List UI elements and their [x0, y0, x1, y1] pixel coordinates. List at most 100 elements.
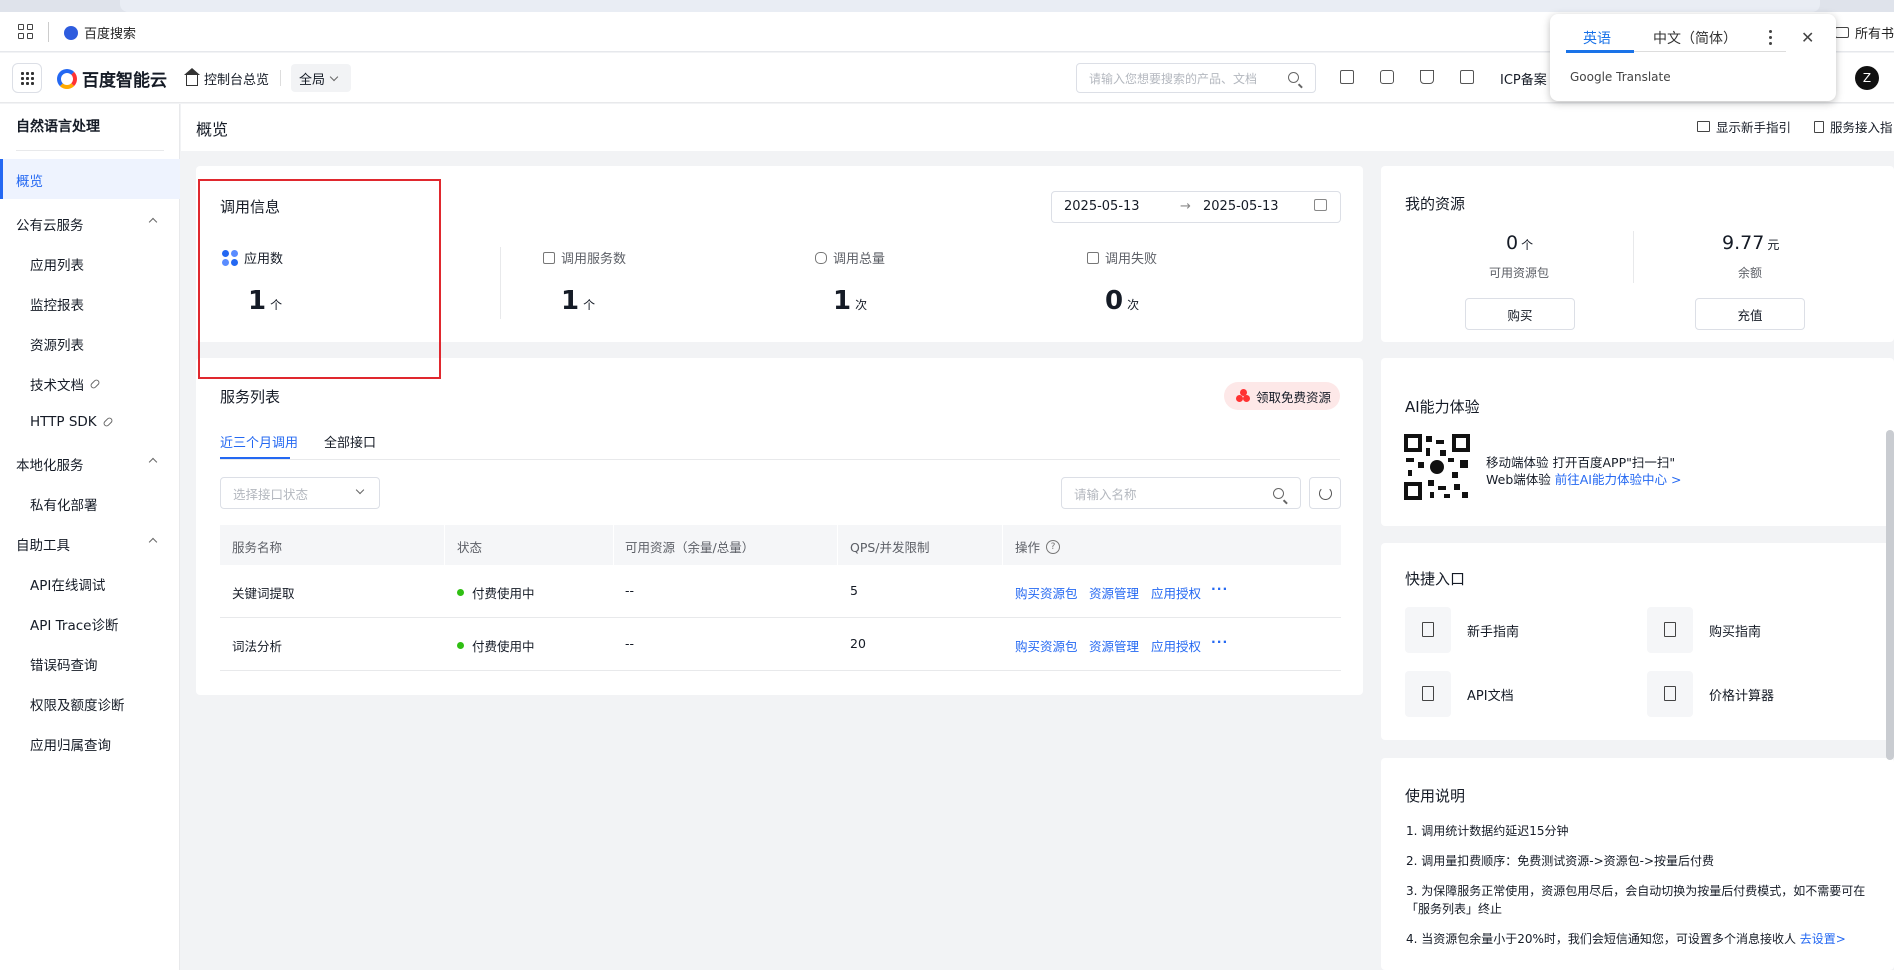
all-bookmarks[interactable]: 所有书: [1834, 23, 1894, 42]
page-scrollbar[interactable]: [1886, 430, 1894, 760]
refresh-button[interactable]: [1309, 477, 1341, 509]
chevron-up-icon[interactable]: [148, 457, 158, 467]
sidebar-item-quota-diagnosis[interactable]: 权限及额度诊断: [30, 694, 125, 714]
sidebar-item-app-owner[interactable]: 应用归属查询: [30, 734, 111, 754]
item-label: HTTP SDK: [30, 414, 97, 430]
show-guide-button[interactable]: 显示新手指引: [1697, 117, 1791, 136]
date-end: 2025-05-13: [1203, 199, 1279, 214]
chevron-up-icon[interactable]: [148, 537, 158, 547]
search-icon[interactable]: [1273, 488, 1284, 499]
more-options-icon[interactable]: [1769, 30, 1773, 46]
stat-total-calls-label: 调用总量: [815, 248, 885, 267]
database-icon: [815, 251, 827, 264]
api-status-select[interactable]: 选择接口状态: [220, 477, 380, 509]
stat-failed-calls-label: 调用失败: [1087, 248, 1157, 267]
col-service-name: 服务名称: [232, 540, 283, 555]
app-authorize-link[interactable]: 应用授权: [1151, 583, 1201, 602]
sidebar-item-app-list[interactable]: 应用列表: [30, 254, 84, 274]
sidebar-group-self-tools[interactable]: 自助工具: [16, 534, 70, 554]
search-placeholder: 请输入您想要搜索的产品、文档: [1089, 71, 1258, 86]
sidebar-item-resource-list[interactable]: 资源列表: [30, 334, 84, 354]
buy-package-link[interactable]: 购买资源包: [1015, 583, 1078, 602]
name-search-input[interactable]: 请输入名称: [1061, 477, 1301, 509]
date-range-picker[interactable]: 2025-05-13 → 2025-05-13: [1051, 191, 1341, 223]
free-resource-button[interactable]: 领取免费资源: [1224, 382, 1340, 410]
tab-recent-three-months[interactable]: 近三个月调用: [220, 432, 298, 451]
api-icon: [1405, 671, 1451, 717]
usage-note-2: 2. 调用量扣费顺序：免费测试资源->资源包->按量后付费: [1406, 854, 1715, 868]
region-select[interactable]: 全局: [291, 64, 351, 92]
all-bookmarks-label: 所有书: [1854, 27, 1894, 42]
stat-unit: 次: [1127, 298, 1140, 312]
service-guide-button[interactable]: 服务接入指: [1814, 117, 1893, 136]
sidebar-item-tech-docs[interactable]: 技术文档: [30, 374, 101, 394]
set-receivers-link[interactable]: 去设置>: [1800, 932, 1846, 946]
chevron-up-icon[interactable]: [148, 217, 158, 227]
buy-package-link[interactable]: 购买资源包: [1015, 636, 1078, 655]
tabs-divider: [220, 459, 1340, 460]
shortcut-api-docs[interactable]: API文档: [1405, 671, 1514, 717]
bookmark-baidu-search[interactable]: 百度搜索: [64, 23, 136, 42]
brand-logo[interactable]: 百度智能云: [57, 66, 167, 91]
sidebar-item-error-code[interactable]: 错误码查询: [30, 654, 98, 674]
buy-button[interactable]: 购买: [1465, 298, 1575, 330]
sidebar-item-private-deploy[interactable]: 私有化部署: [30, 494, 98, 514]
failed-file-icon: [1087, 251, 1099, 264]
shortcut-purchase-guide[interactable]: 购买指南: [1647, 607, 1761, 653]
cell-service-name: 关键词提取: [232, 586, 295, 601]
search-icon[interactable]: [1288, 72, 1299, 83]
folder-icon: [1834, 27, 1849, 38]
brand-name: 百度智能云: [82, 71, 167, 91]
sidebar-item-api-trace[interactable]: API Trace诊断: [30, 614, 118, 634]
avatar[interactable]: Z: [1855, 66, 1879, 90]
col-divider: [613, 525, 614, 565]
usage-note-1: 1. 调用统计数据约延迟15分钟: [1406, 824, 1569, 838]
calendar-icon: [1314, 199, 1327, 211]
balance-unit: 元: [1767, 238, 1780, 252]
help-icon[interactable]: ?: [1046, 539, 1061, 554]
chevron-down-icon: [329, 72, 339, 81]
recharge-button[interactable]: 充值: [1695, 298, 1805, 330]
stat-unit: 次: [855, 298, 868, 312]
product-menu-button[interactable]: [12, 63, 42, 93]
translate-tab-english[interactable]: 英语: [1583, 28, 1611, 48]
console-home-link[interactable]: 控制台总览: [184, 67, 269, 88]
billing-icon[interactable]: [1460, 70, 1474, 84]
sidebar-group-public-cloud[interactable]: 公有云服务: [16, 214, 84, 234]
translate-tab-chinese[interactable]: 中文（简体）: [1653, 28, 1737, 48]
more-options-icon[interactable]: ···: [1211, 581, 1228, 596]
sidebar-item-overview[interactable]: 概览: [16, 170, 43, 190]
sidebar-group-local[interactable]: 本地化服务: [16, 454, 84, 474]
google-translate-popup: 英语 中文（简体） ✕ Google Translate: [1550, 14, 1836, 101]
header-divider: [280, 70, 281, 86]
sidebar-item-api-debug[interactable]: API在线调试: [30, 574, 105, 594]
resource-manage-link[interactable]: 资源管理: [1089, 583, 1139, 602]
shortcut-price-calculator[interactable]: 价格计算器: [1647, 671, 1774, 717]
table-row: 词法分析 付费使用中 -- 20 购买资源包 资源管理 应用授权 ···: [220, 618, 1341, 671]
global-search-input[interactable]: 请输入您想要搜索的产品、文档: [1076, 63, 1316, 93]
sidebar-item-monitor-report[interactable]: 监控报表: [30, 294, 84, 314]
sidebar-item-http-sdk[interactable]: HTTP SDK: [30, 414, 114, 430]
highlight-box: [198, 179, 441, 379]
date-arrow: →: [1180, 199, 1191, 214]
qrcode-icon[interactable]: [1340, 70, 1354, 84]
tab-all-apis[interactable]: 全部接口: [324, 432, 376, 451]
icp-filing-link[interactable]: ICP备案: [1500, 69, 1547, 88]
cart-icon[interactable]: [1420, 70, 1434, 84]
stat-number: 1: [833, 286, 852, 316]
ai-center-link[interactable]: 前往AI能力体验中心 >: [1555, 472, 1682, 487]
shortcut-beginner-guide[interactable]: 新手指南: [1405, 607, 1519, 653]
app-authorize-link[interactable]: 应用授权: [1151, 636, 1201, 655]
stat-label-text: 调用服务数: [561, 252, 627, 267]
free-resource-label: 领取免费资源: [1256, 389, 1332, 405]
message-icon[interactable]: [1380, 70, 1394, 84]
apps-grid-icon[interactable]: [18, 24, 34, 40]
resource-manage-link[interactable]: 资源管理: [1089, 636, 1139, 655]
more-options-icon[interactable]: ···: [1211, 634, 1228, 649]
page-title-bar: [181, 104, 1894, 151]
close-icon[interactable]: ✕: [1801, 30, 1814, 46]
usage-note-3: 3. 为保障服务正常使用，资源包用尽后，会自动切换为按量后付费模式，如不需要可在…: [1406, 884, 1866, 916]
web-experience-text: Web端体验 前往AI能力体验中心 >: [1486, 469, 1681, 488]
url-field[interactable]: [120, 0, 1820, 12]
group-label: 公有云服务: [16, 218, 84, 234]
